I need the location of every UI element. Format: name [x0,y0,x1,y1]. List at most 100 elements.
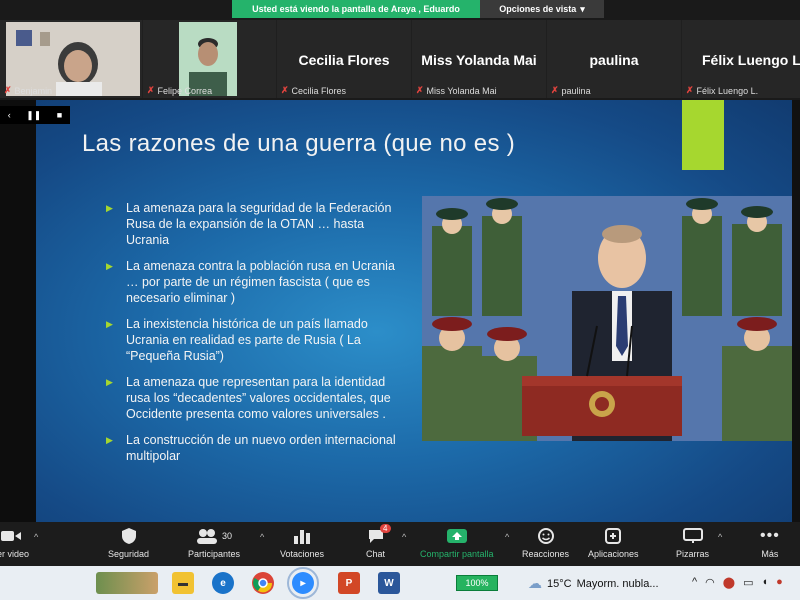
weather-widget[interactable]: ☁ 15°C Mayorm. nubla... [528,575,659,592]
bullet-text: La amenaza que representan para la ident… [126,375,391,421]
mic-muted-icon: ✗ [147,85,155,95]
participant-name-label: ✗ paulina [551,85,591,96]
apps-icon [604,526,622,546]
battery-tray-icon[interactable]: ▭ [743,576,753,589]
share-screen-icon [446,526,468,546]
caret-left-icon[interactable]: ‹ [8,110,11,120]
chat-options-caret-icon[interactable]: ^ [402,532,406,542]
bullet-item: ▶ La amenaza para la seguridad de la Fed… [106,200,396,248]
bullet-item: ▶ La amenaza que representan para la ide… [106,374,396,422]
chat-unread-badge: 4 [380,524,391,533]
word-icon[interactable]: W [378,572,400,594]
participant-tile[interactable]: Miss Yolanda Mai ✗ Miss Yolanda Mai [412,20,546,98]
meeting-toolbar: ner video ^ Seguridad 30 Participantes ^… [0,522,800,566]
bullet-text: La amenaza contra la población rusa en U… [126,259,395,305]
participants-button[interactable]: 30 Participantes [188,526,240,559]
zoom-app-icon[interactable]: ▸ [287,567,319,599]
video-options-caret-icon[interactable]: ^ [34,532,38,542]
apps-button[interactable]: Aplicaciones [588,526,639,559]
presentation-slide: Las razones de una guerra (que no es ) ▶… [36,100,792,522]
participant-tile[interactable]: Félix Luengo L ✗ Félix Luengo L. [682,20,800,98]
wifi-icon[interactable]: ◠ [705,576,715,589]
taskbar-search-widget-icon[interactable] [96,572,158,594]
participant-name-label: ✗ Miss Yolanda Mai [416,85,497,96]
polls-label: Votaciones [280,549,325,559]
security-label: Seguridad [108,549,150,559]
stop-video-button[interactable]: ner video [0,526,29,559]
people-icon: 30 [196,526,232,546]
bullet-item: ▶ La amenaza contra la población rusa en… [106,258,396,306]
more-dots-icon: ••• [760,527,780,544]
participant-name-label: ✗ Cecilia Flores [281,85,346,96]
mic-muted-icon: ✗ [416,85,424,95]
participant-name-label: ✗ Felipe Correa [147,85,212,96]
security-shield-icon[interactable]: ⬤ [723,576,735,589]
participant-name: Cecilia Flores [291,85,347,96]
bullet-arrow-icon: ▶ [106,377,113,387]
security-button[interactable]: Seguridad [108,526,149,559]
bullet-text: La inexistencia histórica de un país lla… [126,317,368,363]
reactions-label: Reacciones [522,549,570,559]
whiteboard-label: Pizarras [676,549,710,559]
chevron-up-icon[interactable]: ^ [692,576,697,589]
mic-muted-icon: ✗ [686,85,694,95]
battery-indicator[interactable]: 100% [456,575,498,591]
participant-name: paulina [561,85,591,96]
system-tray: ^ ◠ ⬤ ▭ ◖ ● [692,576,783,589]
chrome-browser-icon[interactable] [252,572,274,594]
bullet-item: ▶ La construcción de un nuevo orden inte… [106,432,396,464]
participant-display-name: paulina [589,52,639,68]
participant-name: Benjamin [14,85,53,96]
slide-accent-block [682,100,724,170]
zoom-tray-icon[interactable]: ● [776,576,783,589]
file-explorer-icon[interactable]: ▬ [172,572,194,594]
stop-icon[interactable]: ■ [57,110,62,120]
participant-display-name: Félix Luengo L [702,52,800,68]
whiteboard-options-caret-icon[interactable]: ^ [718,532,722,542]
shared-screen-area: Las razones de una guerra (que no es ) ▶… [0,100,800,522]
share-options-caret-icon[interactable]: ^ [505,532,509,542]
mic-muted-icon: ✗ [4,85,12,95]
screen-share-banner: Usted está viendo la pantalla de Araya ,… [232,0,604,18]
share-screen-button[interactable]: Compartir pantalla [420,526,494,559]
volume-icon[interactable]: ◖ [762,576,769,589]
participant-tile[interactable]: ✗ Benjamin [0,20,142,98]
participant-count: 30 [222,531,233,541]
whiteboard-icon [682,526,703,546]
powerpoint-icon[interactable]: P [338,572,360,594]
participant-strip: ✗ Benjamin ✗ Felipe Correa Cecilia Flore… [0,20,800,98]
participant-display-name: Miss Yolanda Mai [421,52,537,68]
slide-title: Las razones de una guerra (que no es ) [82,130,516,157]
more-button[interactable]: ••• Más [760,526,780,559]
polls-button[interactable]: Votaciones [280,526,324,559]
weather-condition: Mayorm. nubla... [576,577,659,590]
chat-button[interactable]: 4 Chat [366,524,391,559]
participant-tile[interactable]: ✗ Felipe Correa [143,20,276,98]
apps-label: Aplicaciones [588,549,639,559]
reactions-button[interactable]: Reacciones [522,526,569,559]
view-options-button[interactable]: Opciones de vista ▾ [480,0,604,18]
participant-tile[interactable]: paulina ✗ paulina [547,20,681,98]
mic-muted-icon: ✗ [281,85,289,95]
participants-label: Participantes [188,549,241,559]
os-taskbar: ▬ e ▸ P W 100% ☁ 15°C Mayorm. nubla... ^… [0,566,800,600]
participant-tile[interactable]: Cecilia Flores ✗ Cecilia Flores [277,20,411,98]
more-label: Más [761,549,779,559]
participants-options-caret-icon[interactable]: ^ [260,532,264,542]
slide-bullet-list: ▶ La amenaza para la seguridad de la Fed… [106,200,396,474]
participant-display-name: Cecilia Flores [298,52,390,68]
bullet-arrow-icon: ▶ [106,435,113,445]
edge-browser-icon[interactable]: e [212,572,234,594]
mini-share-controls[interactable]: ‹ ❚❚ ■ [0,106,70,124]
participant-name: Felipe Correa [157,85,213,96]
bullet-arrow-icon: ▶ [106,261,113,271]
pause-icon[interactable]: ❚❚ [26,110,41,121]
bullet-text: La construcción de un nuevo orden intern… [126,433,396,463]
participant-name-label: ✗ Félix Luengo L. [686,85,758,96]
bullet-arrow-icon: ▶ [106,203,113,213]
chevron-down-icon: ▾ [580,3,585,14]
whiteboard-button[interactable]: Pizarras [676,526,709,559]
cloud-icon: ☁ [528,575,542,591]
sharing-message: Usted está viendo la pantalla de Araya ,… [232,0,480,18]
view-options-label: Opciones de vista [499,4,577,14]
